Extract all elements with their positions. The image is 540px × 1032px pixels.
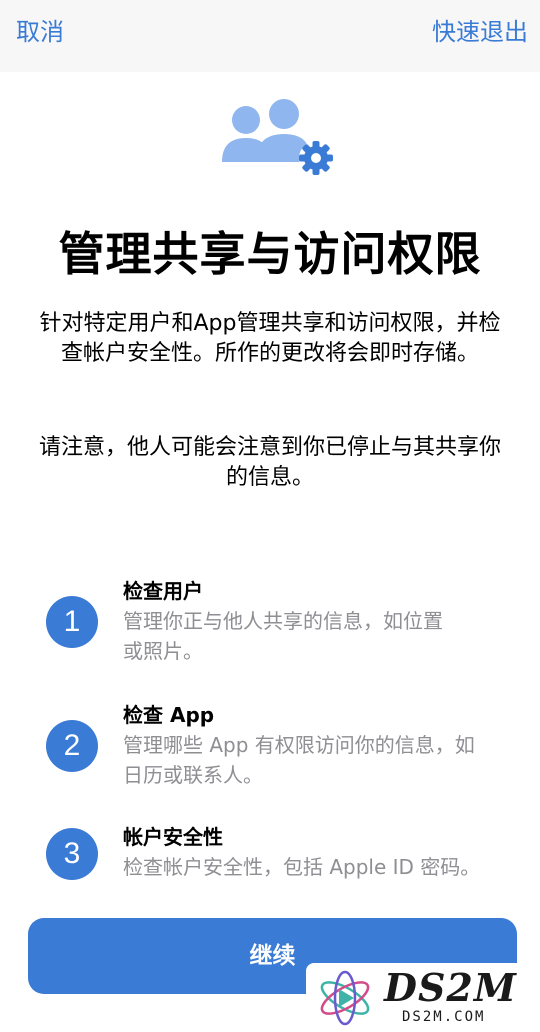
step-description: 管理哪些 App 有权限访问你的信息，如 日历或联系人。: [123, 733, 475, 787]
watermark-brand: DS2M: [384, 965, 517, 1010]
step-title: 检查 App: [123, 703, 215, 727]
step-number-badge: 1: [46, 596, 98, 648]
quick-exit-button[interactable]: 快速退出: [432, 16, 528, 48]
step-description: 检查帐户安全性，包括 Apple ID 密码。: [123, 855, 481, 879]
description-text: 针对特定用户和App管理共享和访问权限，并检查帐户安全性。所作的更改将会即时存储…: [39, 311, 501, 366]
step-review-apps: 2 检查 App 管理哪些 App 有权限访问你的信息，如 日历或联系人。: [0, 700, 540, 790]
watermark-url: DS2M.COM: [402, 1009, 486, 1025]
watermark: DS2M DS2M.COM: [306, 963, 540, 1032]
atom-logo-icon: [320, 970, 370, 1026]
notice-text: 请注意，他人可能会注意到你已停止与其共享你的信息。: [38, 435, 501, 490]
step-number-badge: 3: [46, 828, 98, 880]
step-review-people: 1 检查用户 管理你正与他人共享的信息，如位置 或照片。: [0, 576, 540, 666]
navigation-bar: 取消 快速退出: [0, 0, 540, 72]
step-title: 帐户安全性: [123, 825, 223, 849]
step-number-badge: 2: [46, 720, 98, 772]
cancel-button[interactable]: 取消: [16, 16, 64, 48]
step-description: 管理你正与他人共享的信息，如位置 或照片。: [123, 609, 443, 663]
people-gear-icon: [218, 96, 340, 178]
step-title: 检查用户: [123, 579, 203, 603]
step-account-security: 3 帐户安全性 检查帐户安全性，包括 Apple ID 密码。: [0, 822, 540, 912]
page-title: 管理共享与访问权限: [58, 227, 482, 281]
